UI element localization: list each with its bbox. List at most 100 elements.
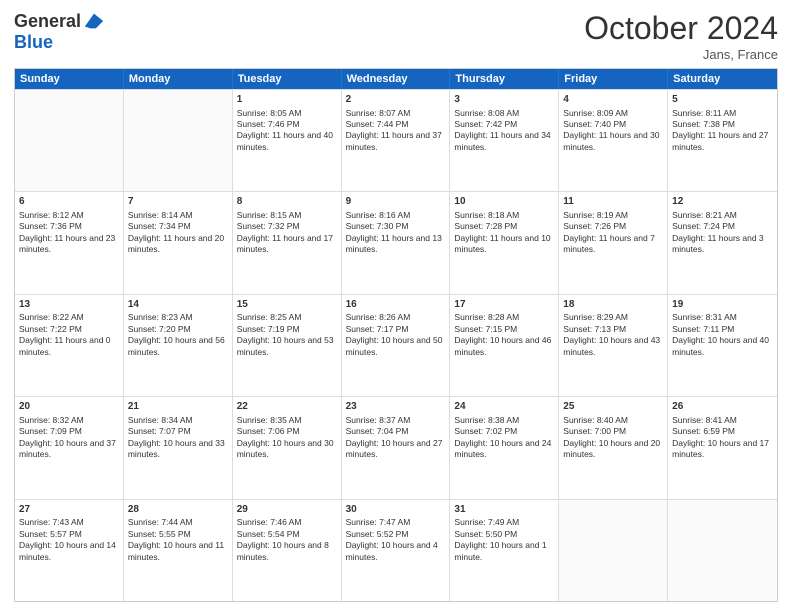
sunrise-text: Sunrise: 7:44 AM: [128, 517, 228, 528]
daylight-text: Daylight: 10 hours and 8 minutes.: [237, 540, 337, 563]
sunrise-text: Sunrise: 8:28 AM: [454, 312, 554, 323]
day-number: 15: [237, 298, 337, 312]
calendar-cell: 22Sunrise: 8:35 AMSunset: 7:06 PMDayligh…: [233, 397, 342, 498]
logo-general-text: General: [14, 11, 81, 32]
sunset-text: Sunset: 7:17 PM: [346, 324, 446, 335]
sunset-text: Sunset: 7:00 PM: [563, 426, 663, 437]
sunrise-text: Sunrise: 8:08 AM: [454, 108, 554, 119]
day-number: 20: [19, 400, 119, 414]
day-number: 31: [454, 503, 554, 517]
sunset-text: Sunset: 7:11 PM: [672, 324, 773, 335]
day-number: 6: [19, 195, 119, 209]
daylight-text: Daylight: 10 hours and 30 minutes.: [237, 438, 337, 461]
calendar-cell: 14Sunrise: 8:23 AMSunset: 7:20 PMDayligh…: [124, 295, 233, 396]
calendar-cell: 17Sunrise: 8:28 AMSunset: 7:15 PMDayligh…: [450, 295, 559, 396]
daylight-text: Daylight: 11 hours and 17 minutes.: [237, 233, 337, 256]
calendar-cell: 15Sunrise: 8:25 AMSunset: 7:19 PMDayligh…: [233, 295, 342, 396]
calendar-page: General Blue October 2024 Jans, France S…: [0, 0, 792, 612]
sunset-text: Sunset: 6:59 PM: [672, 426, 773, 437]
day-number: 12: [672, 195, 773, 209]
daylight-text: Daylight: 10 hours and 37 minutes.: [19, 438, 119, 461]
daylight-text: Daylight: 10 hours and 4 minutes.: [346, 540, 446, 563]
sunrise-text: Sunrise: 8:09 AM: [563, 108, 663, 119]
day-number: 10: [454, 195, 554, 209]
daylight-text: Daylight: 11 hours and 10 minutes.: [454, 233, 554, 256]
daylight-text: Daylight: 10 hours and 14 minutes.: [19, 540, 119, 563]
sunset-text: Sunset: 7:20 PM: [128, 324, 228, 335]
sunset-text: Sunset: 7:09 PM: [19, 426, 119, 437]
sunset-text: Sunset: 7:24 PM: [672, 221, 773, 232]
header: General Blue October 2024 Jans, France: [14, 10, 778, 62]
sunset-text: Sunset: 7:06 PM: [237, 426, 337, 437]
day-number: 17: [454, 298, 554, 312]
day-number: 23: [346, 400, 446, 414]
daylight-text: Daylight: 11 hours and 0 minutes.: [19, 335, 119, 358]
calendar-cell: 31Sunrise: 7:49 AMSunset: 5:50 PMDayligh…: [450, 500, 559, 601]
day-number: 19: [672, 298, 773, 312]
sunrise-text: Sunrise: 8:37 AM: [346, 415, 446, 426]
calendar-cell: 9Sunrise: 8:16 AMSunset: 7:30 PMDaylight…: [342, 192, 451, 293]
sunset-text: Sunset: 7:34 PM: [128, 221, 228, 232]
daylight-text: Daylight: 11 hours and 13 minutes.: [346, 233, 446, 256]
calendar-week-row: 27Sunrise: 7:43 AMSunset: 5:57 PMDayligh…: [15, 499, 777, 601]
day-number: 30: [346, 503, 446, 517]
sunrise-text: Sunrise: 8:05 AM: [237, 108, 337, 119]
daylight-text: Daylight: 10 hours and 27 minutes.: [346, 438, 446, 461]
day-of-week-header: Wednesday: [342, 69, 451, 89]
day-of-week-header: Monday: [124, 69, 233, 89]
day-of-week-header: Friday: [559, 69, 668, 89]
calendar-cell: 6Sunrise: 8:12 AMSunset: 7:36 PMDaylight…: [15, 192, 124, 293]
sunrise-text: Sunrise: 8:35 AM: [237, 415, 337, 426]
day-number: 13: [19, 298, 119, 312]
calendar-cell: [559, 500, 668, 601]
calendar: SundayMondayTuesdayWednesdayThursdayFrid…: [14, 68, 778, 602]
calendar-cell: [15, 90, 124, 191]
calendar-week-row: 13Sunrise: 8:22 AMSunset: 7:22 PMDayligh…: [15, 294, 777, 396]
daylight-text: Daylight: 10 hours and 17 minutes.: [672, 438, 773, 461]
sunrise-text: Sunrise: 7:47 AM: [346, 517, 446, 528]
calendar-cell: 20Sunrise: 8:32 AMSunset: 7:09 PMDayligh…: [15, 397, 124, 498]
day-number: 3: [454, 93, 554, 107]
month-year: October 2024: [584, 10, 778, 47]
day-number: 29: [237, 503, 337, 517]
sunset-text: Sunset: 7:28 PM: [454, 221, 554, 232]
calendar-cell: 19Sunrise: 8:31 AMSunset: 7:11 PMDayligh…: [668, 295, 777, 396]
day-number: 24: [454, 400, 554, 414]
calendar-week-row: 6Sunrise: 8:12 AMSunset: 7:36 PMDaylight…: [15, 191, 777, 293]
daylight-text: Daylight: 11 hours and 20 minutes.: [128, 233, 228, 256]
sunset-text: Sunset: 7:30 PM: [346, 221, 446, 232]
sunrise-text: Sunrise: 8:29 AM: [563, 312, 663, 323]
daylight-text: Daylight: 10 hours and 1 minute.: [454, 540, 554, 563]
day-number: 27: [19, 503, 119, 517]
calendar-cell: 18Sunrise: 8:29 AMSunset: 7:13 PMDayligh…: [559, 295, 668, 396]
day-number: 16: [346, 298, 446, 312]
logo-icon: [83, 10, 105, 32]
day-number: 25: [563, 400, 663, 414]
sunrise-text: Sunrise: 7:43 AM: [19, 517, 119, 528]
calendar-cell: 5Sunrise: 8:11 AMSunset: 7:38 PMDaylight…: [668, 90, 777, 191]
calendar-cell: 13Sunrise: 8:22 AMSunset: 7:22 PMDayligh…: [15, 295, 124, 396]
day-number: 9: [346, 195, 446, 209]
day-number: 7: [128, 195, 228, 209]
daylight-text: Daylight: 11 hours and 7 minutes.: [563, 233, 663, 256]
day-number: 22: [237, 400, 337, 414]
calendar-week-row: 1Sunrise: 8:05 AMSunset: 7:46 PMDaylight…: [15, 89, 777, 191]
calendar-cell: 27Sunrise: 7:43 AMSunset: 5:57 PMDayligh…: [15, 500, 124, 601]
daylight-text: Daylight: 10 hours and 20 minutes.: [563, 438, 663, 461]
daylight-text: Daylight: 11 hours and 27 minutes.: [672, 130, 773, 153]
location: Jans, France: [584, 47, 778, 62]
calendar-cell: 2Sunrise: 8:07 AMSunset: 7:44 PMDaylight…: [342, 90, 451, 191]
sunset-text: Sunset: 7:02 PM: [454, 426, 554, 437]
calendar-cell: 10Sunrise: 8:18 AMSunset: 7:28 PMDayligh…: [450, 192, 559, 293]
logo-blue-text: Blue: [14, 32, 53, 53]
sunrise-text: Sunrise: 8:40 AM: [563, 415, 663, 426]
sunset-text: Sunset: 7:32 PM: [237, 221, 337, 232]
sunrise-text: Sunrise: 8:16 AM: [346, 210, 446, 221]
calendar-cell: 16Sunrise: 8:26 AMSunset: 7:17 PMDayligh…: [342, 295, 451, 396]
calendar-cell: 21Sunrise: 8:34 AMSunset: 7:07 PMDayligh…: [124, 397, 233, 498]
daylight-text: Daylight: 10 hours and 46 minutes.: [454, 335, 554, 358]
daylight-text: Daylight: 10 hours and 33 minutes.: [128, 438, 228, 461]
sunset-text: Sunset: 7:44 PM: [346, 119, 446, 130]
sunrise-text: Sunrise: 8:38 AM: [454, 415, 554, 426]
day-number: 26: [672, 400, 773, 414]
